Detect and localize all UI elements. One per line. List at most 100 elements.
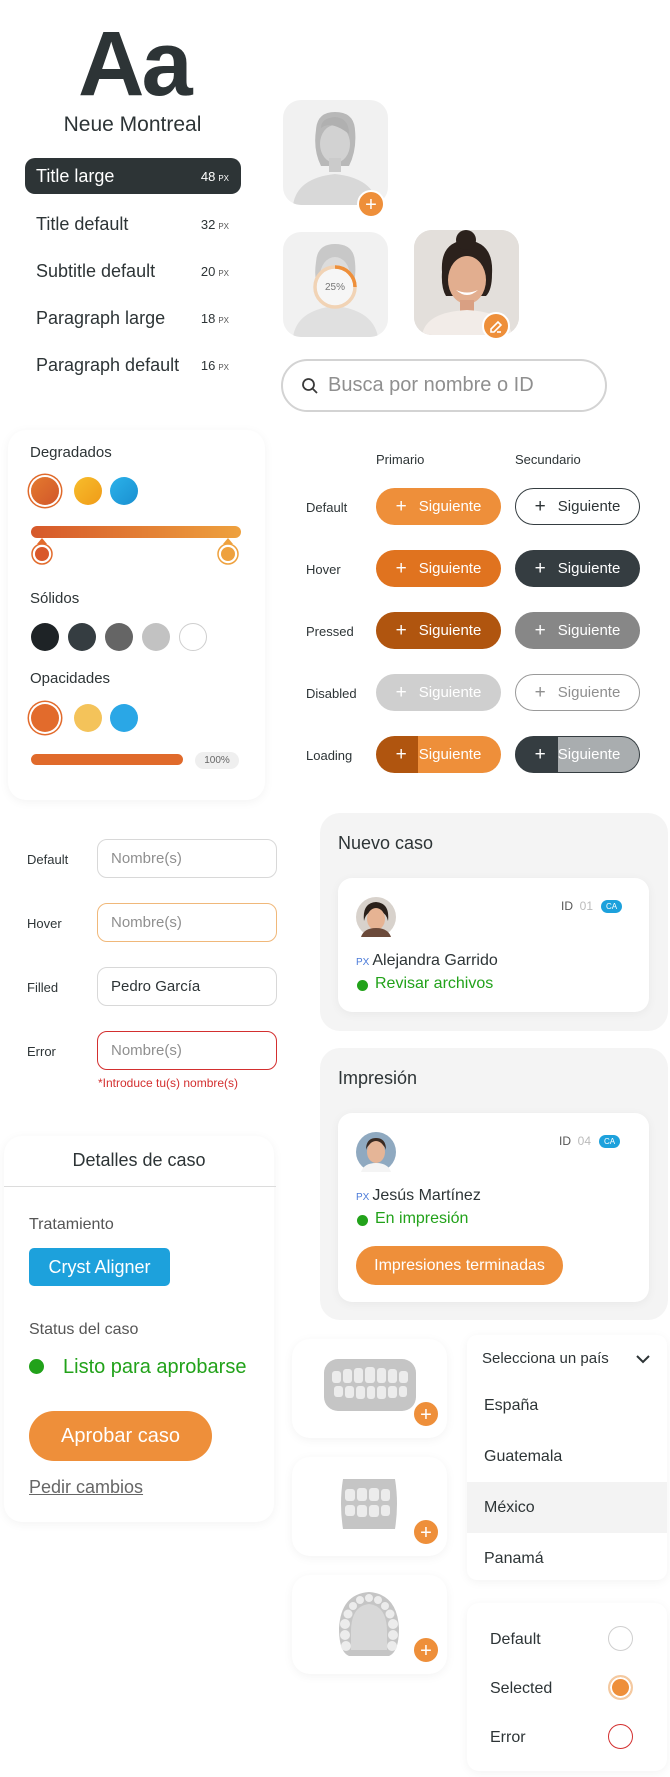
search-input[interactable]: Busca por nombre o ID (281, 359, 607, 412)
opacity-swatch-orange[interactable] (31, 704, 59, 732)
case-type-badge: CA (599, 1135, 621, 1149)
solid-swatch-black[interactable] (31, 623, 59, 651)
primary-button-disabled: + Siguiente (376, 674, 501, 711)
teeth-occlusal-icon (339, 1592, 399, 1656)
search-icon (302, 377, 318, 394)
country-option[interactable]: España (467, 1380, 667, 1431)
gradient-swatch-blue[interactable] (110, 477, 138, 505)
type-style-label: Title default (36, 213, 129, 234)
field-state-label: Filled (27, 980, 59, 995)
teeth-lateral-icon (341, 1479, 397, 1529)
button-state-label: Disabled (306, 686, 357, 701)
new-case-title: Nuevo caso (338, 833, 434, 853)
field-state-label: Error (27, 1044, 56, 1059)
button-state-label: Pressed (306, 624, 354, 639)
solid-swatch-gray[interactable] (105, 623, 133, 651)
type-style-paragraph-large[interactable]: Paragraph large 18 PX (25, 300, 241, 336)
field-state-label: Default (27, 852, 69, 867)
name-field-default[interactable]: Nombre(s) (97, 839, 277, 878)
opacity-swatch-yellow[interactable] (74, 704, 102, 732)
opacities-label: Opacidades (30, 670, 111, 687)
name-field-error[interactable]: Nombre(s) (97, 1031, 277, 1070)
type-style-subtitle-default[interactable]: Subtitle default 20 PX (25, 253, 241, 289)
type-style-size: 20 PX (200, 263, 229, 279)
status-label: Status del caso (29, 1321, 139, 1338)
type-style-label: Title large (36, 165, 115, 186)
name-field-filled[interactable]: Pedro García (97, 967, 277, 1006)
secondary-button-default[interactable]: + Siguiente (515, 488, 640, 525)
gradient-stop-start[interactable] (30, 536, 54, 566)
upload-progress-label: 25% (324, 282, 345, 293)
avatar-uploading: 25% (283, 232, 388, 337)
type-style-size: 16 PX (200, 357, 229, 373)
patient-avatar-icon (356, 897, 396, 937)
solid-swatch-white[interactable] (179, 623, 207, 651)
country-option[interactable]: Panamá (467, 1533, 667, 1584)
country-option[interactable]: Guatemala (467, 1431, 667, 1482)
request-changes-link[interactable]: Pedir cambios (29, 1477, 143, 1498)
radio-state-label: Default (490, 1631, 541, 1648)
type-style-paragraph-default[interactable]: Paragraph default 16 PX (25, 347, 241, 383)
primary-column-label: Primario (376, 452, 425, 467)
status-dot (357, 1215, 368, 1226)
secondary-button-pressed[interactable]: + Siguiente (515, 612, 640, 649)
gradient-swatch-orange[interactable] (31, 477, 59, 505)
type-style-title-default[interactable]: Title default 32 PX (25, 206, 241, 242)
status-value: Listo para aprobarse (63, 1356, 247, 1378)
secondary-column-label: Secundario (515, 452, 581, 467)
primary-button-pressed[interactable]: + Siguiente (376, 612, 501, 649)
radio-error[interactable] (608, 1724, 633, 1749)
plus-icon: + (534, 682, 546, 703)
treatment-badge: Cryst Aligner (29, 1248, 170, 1286)
field-state-label: Hover (27, 916, 62, 931)
plus-icon: + (395, 496, 407, 517)
plus-icon: + (534, 744, 546, 765)
secondary-button-hover[interactable]: + Siguiente (515, 550, 640, 587)
treatment-label: Tratamiento (29, 1216, 114, 1233)
add-scan-button[interactable]: + (412, 1636, 440, 1664)
approve-case-button[interactable]: Aprobar caso (29, 1411, 212, 1461)
edit-photo-button[interactable] (482, 312, 510, 340)
name-field-hover[interactable]: Nombre(s) (97, 903, 277, 942)
gradients-label: Degradados (30, 444, 112, 461)
plus-icon: + (395, 682, 407, 703)
country-option-highlighted[interactable]: México (467, 1482, 667, 1533)
country-select-placeholder[interactable]: Selecciona un país (482, 1350, 609, 1367)
radio-state-label: Selected (490, 1680, 553, 1697)
divider (4, 1186, 276, 1187)
solid-swatch-light[interactable] (142, 623, 170, 651)
type-style-label: Subtitle default (36, 260, 156, 281)
gradient-slider-track[interactable] (31, 526, 241, 538)
solid-swatch-dark[interactable] (68, 623, 96, 651)
impressions-done-button[interactable]: Impresiones terminadas (356, 1246, 563, 1285)
radio-state-label: Error (490, 1729, 526, 1746)
gradient-swatch-yellow[interactable] (74, 477, 102, 505)
radio-default[interactable] (608, 1626, 633, 1651)
primary-button-default[interactable]: + Siguiente (376, 488, 501, 525)
plus-icon: + (395, 558, 407, 579)
new-case-status: Revisar archivos (375, 975, 494, 992)
impression-patient: PX Jesús Martínez (356, 1187, 481, 1204)
new-case-id: ID 01 CA (561, 899, 623, 914)
add-scan-button[interactable]: + (412, 1400, 440, 1428)
new-case-patient: PX Alejandra Garrido (356, 952, 498, 969)
opacity-slider[interactable] (31, 754, 183, 765)
plus-icon: + (534, 620, 546, 641)
add-scan-button[interactable]: + (412, 1518, 440, 1546)
primary-button-hover[interactable]: + Siguiente (376, 550, 501, 587)
opacity-swatch-blue[interactable] (110, 704, 138, 732)
secondary-button-disabled: + Siguiente (515, 674, 640, 711)
gradient-stop-end[interactable] (216, 536, 240, 566)
impression-status: En impresión (375, 1210, 469, 1227)
plus-icon: + (395, 620, 407, 641)
plus-icon: + (395, 744, 407, 765)
radio-selected[interactable] (608, 1675, 633, 1700)
button-state-label: Default (306, 500, 348, 515)
type-style-title-large[interactable]: Title large 48 PX (25, 158, 241, 194)
add-photo-button[interactable]: + (357, 190, 385, 218)
primary-button-loading: + Siguiente (376, 736, 501, 773)
type-style-size: 48 PX (200, 168, 229, 184)
type-style-size: 18 PX (200, 310, 229, 326)
chevron-down-icon[interactable] (636, 1354, 650, 1364)
button-state-label: Hover (306, 562, 341, 577)
